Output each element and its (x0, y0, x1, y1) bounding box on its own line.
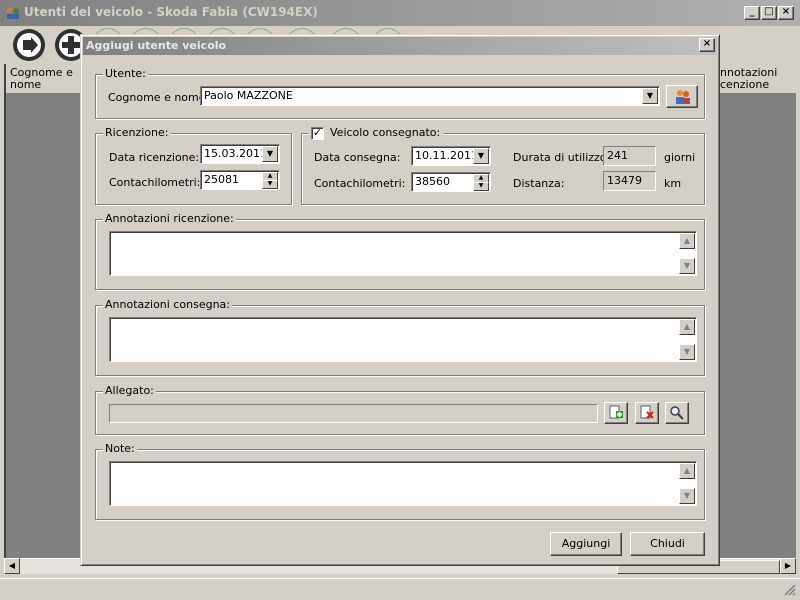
annotazioni-ricenzione-scroll-down[interactable]: ▼ (679, 258, 695, 274)
name-dropdown-button[interactable]: ▼ (642, 88, 658, 104)
annotazioni-ricenzione-legend: Annotazioni ricenzione: (103, 212, 236, 225)
consegna-date-dropdown[interactable]: ▼ (473, 148, 489, 164)
consegna-checkbox[interactable]: ✓ (311, 127, 324, 140)
minimize-button[interactable]: _ (744, 6, 760, 20)
view-attachment-button[interactable] (665, 402, 689, 424)
users-icon (676, 90, 690, 104)
remove-attachment-button[interactable] (635, 402, 659, 424)
magnifier-icon (670, 406, 684, 420)
consegna-km-down[interactable]: ▼ (473, 182, 489, 191)
add-button[interactable]: Aggiungi (550, 532, 622, 556)
outer-window-title: Utenti del veicolo - Skoda Fabia (CW194E… (24, 5, 318, 19)
grid-border (4, 64, 6, 560)
ricenzione-legend: Ricenzione: (103, 126, 171, 139)
grid-column-annotations[interactable]: nnotazioni cenzione (720, 67, 796, 91)
consegna-km-label: Contachilometri: (314, 177, 406, 190)
ricenzione-date-label: Data ricenzione: (109, 151, 200, 164)
ricenzione-km-label: Contachilometri: (109, 176, 201, 189)
annotazioni-consegna-scroll-down[interactable]: ▼ (679, 344, 695, 360)
annotazioni-consegna-textarea[interactable] (109, 317, 697, 362)
consegna-legend: Veicolo consegnato: (328, 126, 443, 139)
resize-grip-icon[interactable] (784, 584, 796, 596)
note-textarea[interactable] (109, 461, 697, 506)
close-button[interactable]: Chiudi (630, 532, 705, 556)
ricenzione-date-dropdown[interactable]: ▼ (262, 146, 278, 162)
consegna-date-label: Data consegna: (314, 151, 401, 164)
durata-value: 241 (603, 146, 656, 166)
durata-label: Durata di utilizzo: (513, 151, 611, 164)
note-scroll-up[interactable]: ▲ (679, 463, 695, 479)
annotazioni-consegna-scroll-up[interactable]: ▲ (679, 319, 695, 335)
select-user-button[interactable] (666, 85, 698, 108)
distanza-label: Distanza: (513, 177, 565, 190)
add-attachment-button[interactable] (604, 402, 628, 424)
exit-icon[interactable] (12, 28, 46, 62)
annotazioni-consegna-legend: Annotazioni consegna: (103, 298, 232, 311)
app-icon (7, 7, 19, 19)
note-scroll-down[interactable]: ▼ (679, 488, 695, 504)
utente-legend: Utente: (103, 67, 148, 80)
scroll-left-button[interactable]: ◀ (4, 558, 20, 574)
annotazioni-ricenzione-scroll-up[interactable]: ▲ (679, 233, 695, 249)
outer-close-button[interactable]: × (778, 6, 794, 20)
distanza-value: 13479 (603, 171, 656, 191)
dialog-close-button[interactable]: × (699, 38, 715, 52)
delete-file-icon (640, 405, 654, 419)
allegato-path-field (109, 404, 598, 423)
distanza-unit: km (664, 177, 682, 190)
consegna-group (301, 133, 705, 205)
dialog-title: Aggiugi utente veicolo (86, 39, 227, 52)
scroll-right-button[interactable]: ▶ (780, 558, 796, 574)
name-label: Cognome e nome: (108, 91, 210, 104)
ricenzione-km-down[interactable]: ▼ (262, 180, 278, 189)
status-bar (0, 578, 800, 600)
name-combobox[interactable]: Paolo MAZZONE (200, 86, 660, 106)
add-file-icon (609, 405, 623, 419)
allegato-legend: Allegato: (103, 384, 156, 397)
grid-column-name[interactable]: Cognome e nome (10, 67, 80, 91)
maximize-button[interactable]: □ (761, 6, 777, 20)
note-legend: Note: (103, 442, 137, 455)
annotazioni-ricenzione-textarea[interactable] (109, 231, 697, 276)
durata-unit: giorni (664, 151, 696, 164)
